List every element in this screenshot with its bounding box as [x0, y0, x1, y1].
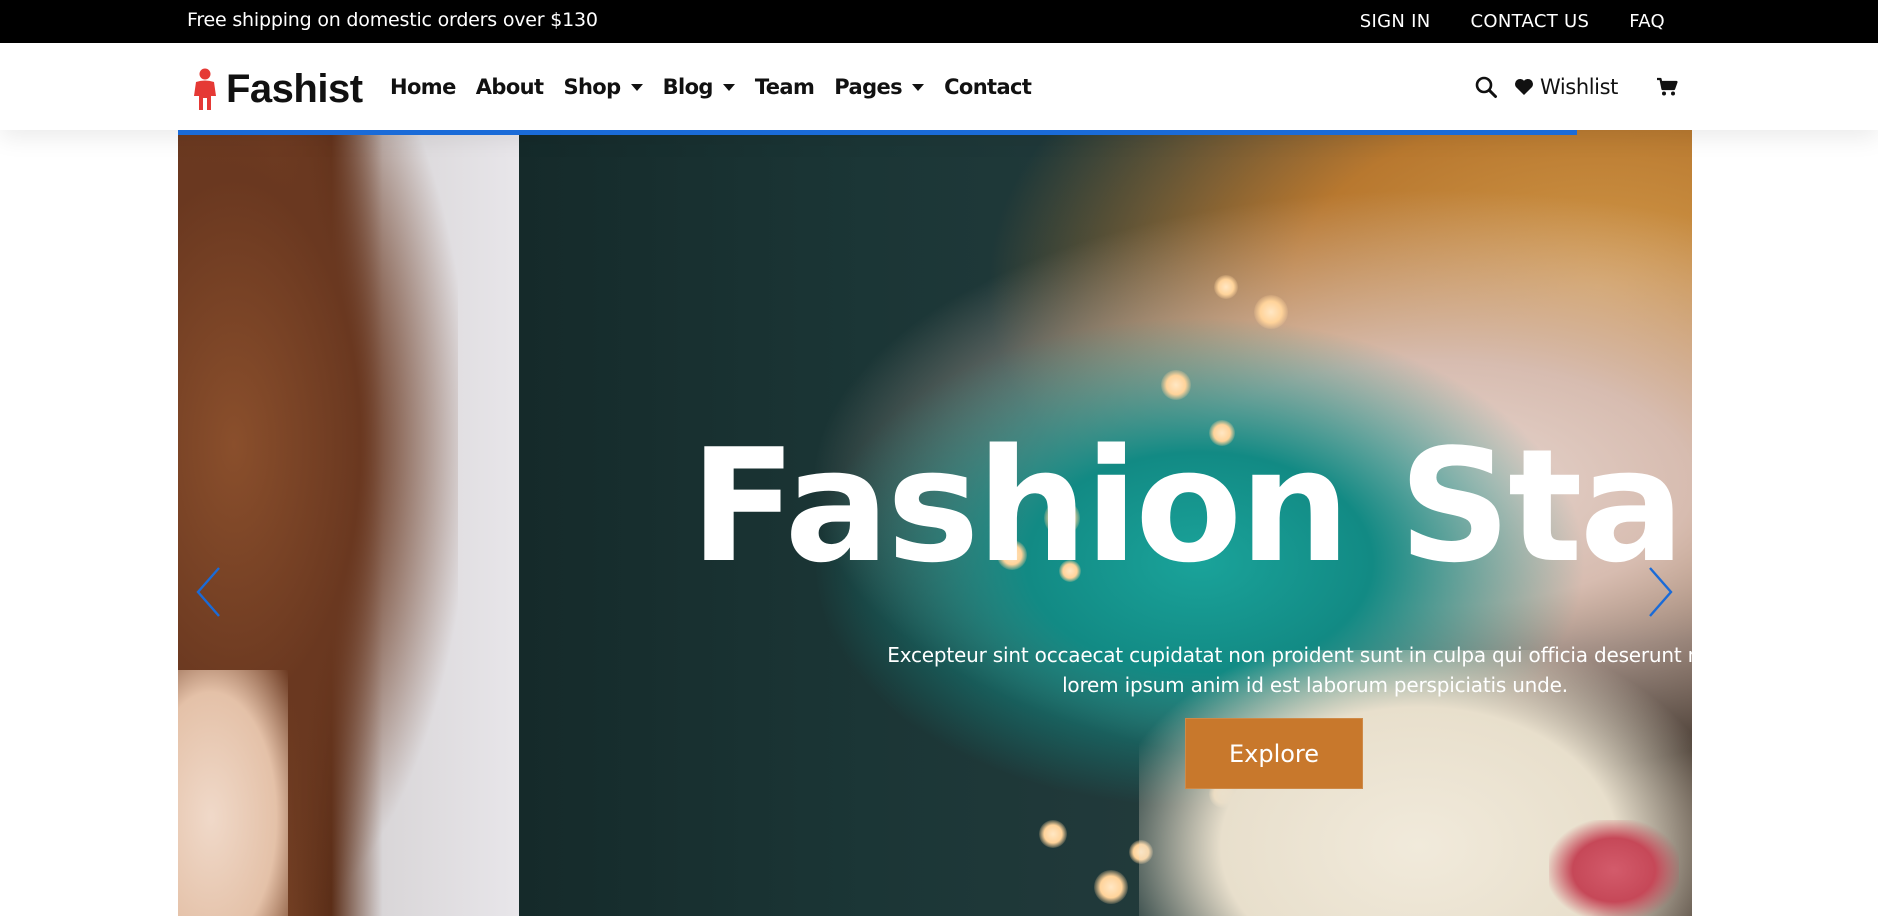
nav-team[interactable]: Team: [754, 74, 815, 99]
hero-description: Excepteur sint occaecat cupidatat non pr…: [887, 643, 1743, 697]
nav-about[interactable]: About: [476, 75, 544, 99]
nav-home-label: Home: [390, 74, 456, 99]
brand-name: Fashist: [226, 66, 363, 111]
chevron-left-icon[interactable]: [194, 564, 222, 620]
caret-down-icon: [912, 84, 925, 91]
nav-shop[interactable]: Shop: [563, 74, 643, 99]
nav-about-label: About: [475, 74, 544, 99]
nav-home[interactable]: Home: [390, 75, 456, 99]
contact-us-link[interactable]: CONTACT US: [1471, 11, 1590, 32]
shipping-promo: Free shipping on domestic orders over $1…: [187, 9, 598, 31]
main-nav: Home About Shop Blog Team Pages Contact: [390, 43, 1032, 130]
caret-down-icon: [722, 84, 735, 91]
nav-contact[interactable]: Contact: [944, 74, 1032, 99]
slider-progress-bar: [178, 130, 1577, 135]
nav-pages-label: Pages: [834, 74, 903, 99]
faq-link[interactable]: FAQ: [1629, 11, 1665, 32]
top-links: SIGN IN CONTACT US FAQ: [1360, 0, 1665, 43]
person-logo-icon: [194, 68, 216, 110]
main-header: Fashist Home About Shop Blog Team Pages …: [0, 43, 1878, 130]
nav-blog[interactable]: Blog: [663, 75, 735, 99]
caret-down-icon: [630, 84, 643, 91]
brand-logo[interactable]: Fashist: [190, 66, 363, 111]
nav-blog-label: Blog: [662, 74, 714, 99]
nav-team-label: Team: [754, 74, 815, 99]
shirt-print-shape: [1549, 820, 1679, 916]
explore-button[interactable]: Explore: [1185, 718, 1363, 789]
header-tools: Wishlist: [1474, 43, 1678, 130]
previous-slide-shoulder: [178, 670, 288, 916]
previous-slide-image: [178, 130, 519, 916]
top-bar: Free shipping on domestic orders over $1…: [0, 0, 1878, 43]
heart-icon: [1514, 78, 1533, 95]
nav-pages[interactable]: Pages: [834, 74, 925, 99]
cart-icon[interactable]: [1656, 77, 1678, 97]
wishlist-label: Wishlist: [1539, 74, 1618, 99]
search-icon[interactable]: [1474, 75, 1498, 99]
hero-title: Fashion Star: [690, 415, 1759, 597]
sign-in-link[interactable]: SIGN IN: [1360, 11, 1431, 32]
wishlist-link[interactable]: Wishlist: [1514, 75, 1618, 99]
nav-shop-label: Shop: [563, 74, 621, 99]
nav-contact-label: Contact: [944, 74, 1032, 99]
